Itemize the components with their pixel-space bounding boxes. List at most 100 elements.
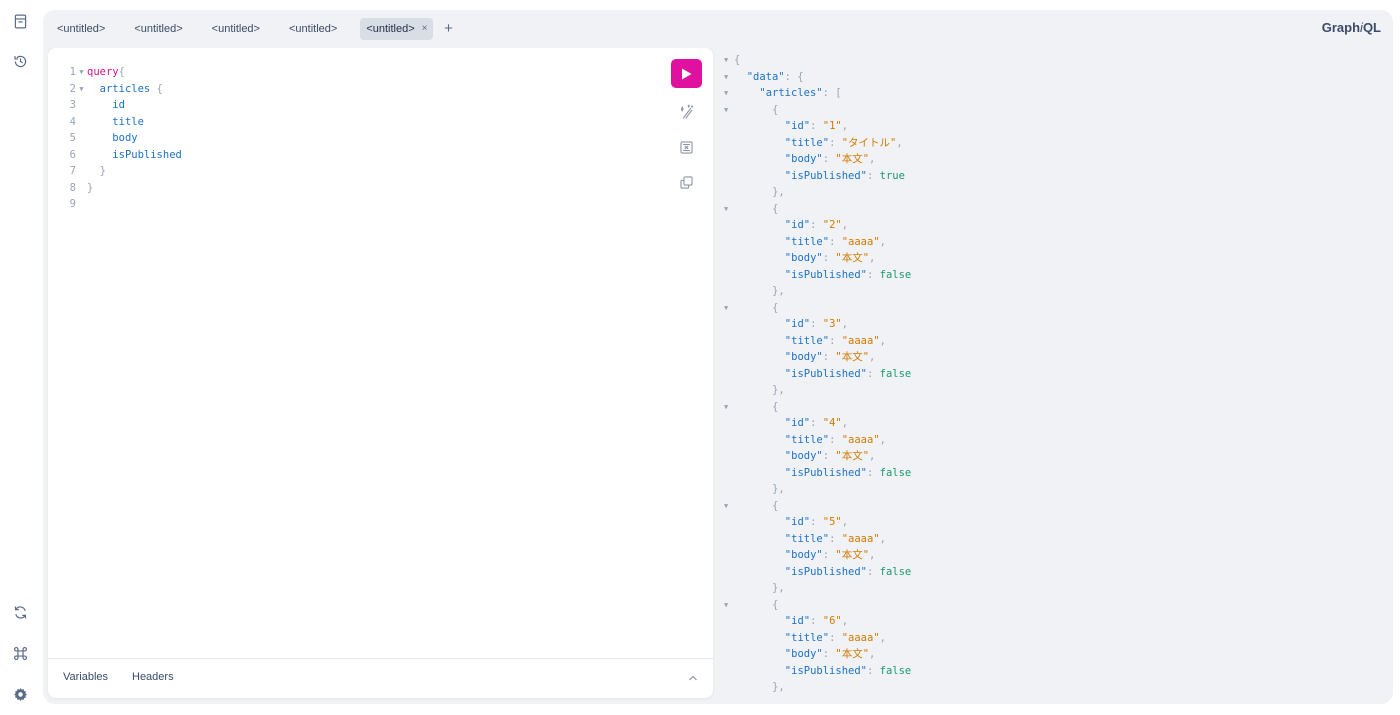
line-number: 6 xyxy=(69,148,76,161)
fold-arrow-icon[interactable]: ▼ xyxy=(76,81,87,98)
result-text: "data": { xyxy=(746,70,804,83)
tab-untitled-active[interactable]: <untitled> × xyxy=(360,18,434,40)
result-line: "body": "本文", xyxy=(721,646,1381,663)
chevron-up-icon[interactable] xyxy=(687,672,699,684)
close-tab-icon[interactable]: × xyxy=(422,18,428,40)
fold-arrow-icon[interactable]: ▼ xyxy=(76,64,87,81)
result-text: "title": "タイトル", xyxy=(784,136,903,149)
code-token: { xyxy=(118,66,125,78)
history-icon[interactable] xyxy=(10,51,30,71)
result-line: ▼{ xyxy=(721,399,1381,416)
refetch-schema-icon[interactable] xyxy=(10,602,30,622)
result-text: "title": "aaaa", xyxy=(784,532,886,545)
result-line: "body": "本文", xyxy=(721,151,1381,168)
line-number: 7 xyxy=(69,165,76,177)
result-text: "body": "本文", xyxy=(784,153,876,165)
code-line: 6 isPublished xyxy=(60,147,182,164)
result-line: "body": "本文", xyxy=(721,250,1381,267)
line-number: 9 xyxy=(69,198,76,210)
result-line: }, xyxy=(721,580,1381,597)
result-line: ▼{ xyxy=(721,300,1381,317)
fold-arrow-icon[interactable]: ▼ xyxy=(724,102,728,119)
settings-icon[interactable] xyxy=(10,684,30,704)
result-text: }, xyxy=(772,582,785,594)
result-line: ▼ "articles": [ xyxy=(721,85,1381,102)
code-token: isPublished xyxy=(112,148,182,161)
fold-gutter xyxy=(76,147,87,164)
result-text: "isPublished": false xyxy=(784,466,912,479)
result-line: }, xyxy=(721,481,1381,498)
graphiql-logo: GraphiQL xyxy=(1321,20,1381,35)
fold-arrow-icon[interactable]: ▼ xyxy=(724,597,728,614)
result-line: }, xyxy=(721,679,1381,696)
tab-untitled-1[interactable]: <untitled> xyxy=(51,18,111,40)
code-token: id xyxy=(112,99,125,111)
fold-arrow-icon[interactable]: ▼ xyxy=(724,201,728,218)
result-line: "body": "本文", xyxy=(721,448,1381,465)
result-line: ▼{ xyxy=(721,597,1381,614)
code-line: 2 ▼ articles { xyxy=(60,81,182,98)
code-token: } xyxy=(87,165,106,177)
result-line: "id": "1", xyxy=(721,118,1381,135)
fold-arrow-icon[interactable]: ▼ xyxy=(724,300,728,317)
result-line: "title": "aaaa", xyxy=(721,432,1381,449)
sidebar xyxy=(0,0,40,715)
fold-gutter xyxy=(76,196,87,213)
code-line: 4 title xyxy=(60,114,182,131)
add-tab-button[interactable]: + xyxy=(439,18,457,40)
result-line: }, xyxy=(721,283,1381,300)
headers-tab[interactable]: Headers xyxy=(132,671,174,683)
result-text: "isPublished": false xyxy=(784,268,912,281)
line-number: 2 xyxy=(69,82,76,95)
fold-arrow-icon[interactable]: ▼ xyxy=(724,52,728,69)
result-text: "isPublished": true xyxy=(784,169,905,182)
line-number: 8 xyxy=(69,181,76,194)
variables-tab[interactable]: Variables xyxy=(63,671,108,683)
tab-untitled-2[interactable]: <untitled> xyxy=(128,18,188,40)
docs-icon[interactable] xyxy=(10,11,30,31)
copy-icon[interactable] xyxy=(671,171,702,193)
fold-arrow-icon[interactable]: ▼ xyxy=(724,399,728,416)
fold-gutter xyxy=(76,180,87,197)
tab-untitled-4[interactable]: <untitled> xyxy=(283,18,343,40)
shortcuts-icon[interactable] xyxy=(10,643,30,663)
prettify-icon[interactable] xyxy=(671,101,702,123)
tab-bar: <untitled> <untitled> <untitled> <untitl… xyxy=(51,17,457,41)
result-line: ▼ "data": { xyxy=(721,69,1381,86)
result-text: }, xyxy=(772,186,785,198)
result-text: }, xyxy=(772,681,785,693)
tab-untitled-3[interactable]: <untitled> xyxy=(206,18,266,40)
main-panel: <untitled> <untitled> <untitled> <untitl… xyxy=(43,10,1393,704)
editor-toolbar xyxy=(671,59,703,193)
result-text: { xyxy=(772,301,779,314)
result-line: "id": "5", xyxy=(721,514,1381,531)
line-number: 3 xyxy=(69,99,76,111)
result-text: { xyxy=(772,598,779,611)
line-number: 4 xyxy=(69,115,76,128)
result-text: "id": "6", xyxy=(784,615,849,627)
result-line: "body": "本文", xyxy=(721,349,1381,366)
execute-query-button[interactable] xyxy=(671,59,702,88)
result-line: "title": "aaaa", xyxy=(721,333,1381,350)
code-token: articles xyxy=(99,82,151,95)
code-line: 7 } xyxy=(60,163,182,180)
code-line: 3 id xyxy=(60,97,182,114)
code-token: title xyxy=(112,115,144,128)
fold-arrow-icon[interactable]: ▼ xyxy=(724,69,728,86)
fold-arrow-icon[interactable]: ▼ xyxy=(724,498,728,515)
result-viewer[interactable]: ▼{▼ "data": {▼ "articles": [▼{"id": "1", "t… xyxy=(721,52,1381,702)
result-text: "body": "本文", xyxy=(784,648,876,660)
code-line: 1 ▼ query{ xyxy=(60,64,182,81)
query-code[interactable]: 1 ▼ query{2 ▼ articles {3 id 4 title 5 body 6 … xyxy=(60,64,182,213)
merge-fragments-icon[interactable] xyxy=(671,136,702,158)
result-line: "isPublished": true xyxy=(721,168,1381,185)
fold-arrow-icon[interactable]: ▼ xyxy=(724,85,728,102)
result-text: "title": "aaaa", xyxy=(784,433,886,446)
query-editor[interactable]: 1 ▼ query{2 ▼ articles {3 id 4 title 5 body 6 … xyxy=(48,48,713,698)
line-number: 1 xyxy=(69,66,76,78)
editor-bottom-bar: Variables Headers xyxy=(48,658,713,698)
result-line: }, xyxy=(721,382,1381,399)
